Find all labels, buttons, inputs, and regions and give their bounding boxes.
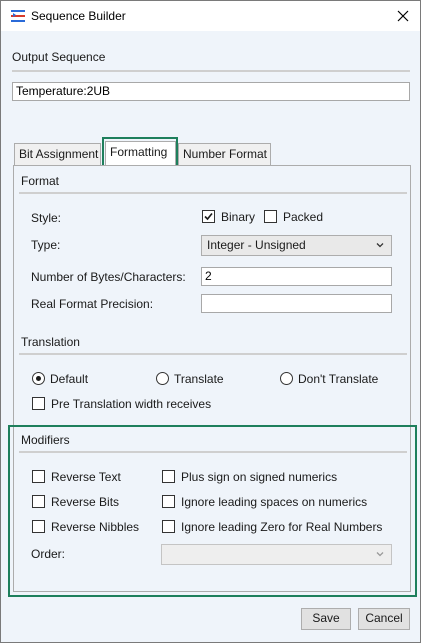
type-select-value: Integer - Unsigned [207, 238, 306, 252]
precision-label: Real Format Precision: [31, 297, 154, 311]
pre-translation-label: Pre Translation width receives [51, 397, 212, 411]
save-button[interactable]: Save [301, 608, 351, 630]
chevron-down-icon [376, 243, 384, 248]
reverse-nibbles-label: Reverse Nibbles [51, 520, 140, 534]
packed-checkbox[interactable] [264, 210, 277, 223]
ignore-spaces-label: Ignore leading spaces on numerics [181, 495, 368, 509]
reverse-text-checkbox[interactable] [32, 470, 45, 483]
reverse-text-label: Reverse Text [51, 470, 121, 484]
modifiers-section-title: Modifiers [21, 433, 70, 447]
order-label: Order: [31, 547, 66, 561]
radio-translate[interactable] [156, 372, 169, 385]
binary-checkbox[interactable] [202, 210, 215, 223]
tab-number-format[interactable]: Number Format [178, 143, 271, 165]
translation-divider [19, 353, 407, 355]
check-icon [204, 212, 213, 221]
output-sequence-label: Output Sequence [12, 50, 106, 64]
ignore-zero-checkbox[interactable] [162, 520, 175, 533]
reverse-bits-checkbox[interactable] [32, 495, 45, 508]
chevron-down-icon [376, 552, 384, 557]
pre-translation-checkbox[interactable] [32, 397, 45, 410]
radio-dont-translate-label: Don't Translate [298, 372, 379, 386]
title-bar: Sequence Builder [1, 1, 420, 31]
type-label: Type: [31, 238, 61, 252]
translation-section-title: Translation [21, 335, 80, 349]
binary-label: Binary [221, 210, 256, 224]
sequence-builder-icon [11, 10, 25, 22]
cancel-button[interactable]: Cancel [358, 608, 410, 630]
plus-sign-checkbox[interactable] [162, 470, 175, 483]
tab-bit-assignment[interactable]: Bit Assignment [14, 143, 101, 165]
ignore-spaces-checkbox[interactable] [162, 495, 175, 508]
modifiers-divider [19, 451, 407, 453]
reverse-nibbles-checkbox[interactable] [32, 520, 45, 533]
bytes-field[interactable]: 2 [201, 267, 392, 286]
precision-field[interactable] [201, 294, 392, 313]
radio-default[interactable] [32, 372, 45, 385]
radio-selected-dot [36, 376, 41, 381]
type-select[interactable]: Integer - Unsigned [201, 235, 392, 256]
radio-translate-label: Translate [174, 372, 224, 386]
style-label: Style: [31, 211, 62, 225]
format-section-title: Format [21, 174, 60, 188]
ignore-zero-label: Ignore leading Zero for Real Numbers [181, 520, 383, 534]
format-divider [19, 192, 407, 194]
sequence-builder-window: Sequence Builder Output Sequence Tempera… [0, 0, 421, 643]
formatting-tab-highlight [102, 137, 178, 167]
close-button[interactable] [390, 4, 416, 28]
plus-sign-label: Plus sign on signed numerics [181, 470, 338, 484]
output-sequence-field[interactable]: Temperature:2UB [12, 82, 410, 101]
packed-label: Packed [283, 210, 324, 224]
window-title: Sequence Builder [31, 9, 126, 23]
reverse-bits-label: Reverse Bits [51, 495, 120, 509]
output-divider [12, 70, 410, 72]
order-select[interactable] [161, 544, 392, 565]
radio-default-label: Default [50, 372, 89, 386]
radio-dont-translate[interactable] [280, 372, 293, 385]
bytes-label: Number of Bytes/Characters: [31, 270, 186, 284]
close-icon [397, 10, 409, 22]
dialog-content: Output Sequence Temperature:2UB Bit Assi… [1, 31, 420, 642]
